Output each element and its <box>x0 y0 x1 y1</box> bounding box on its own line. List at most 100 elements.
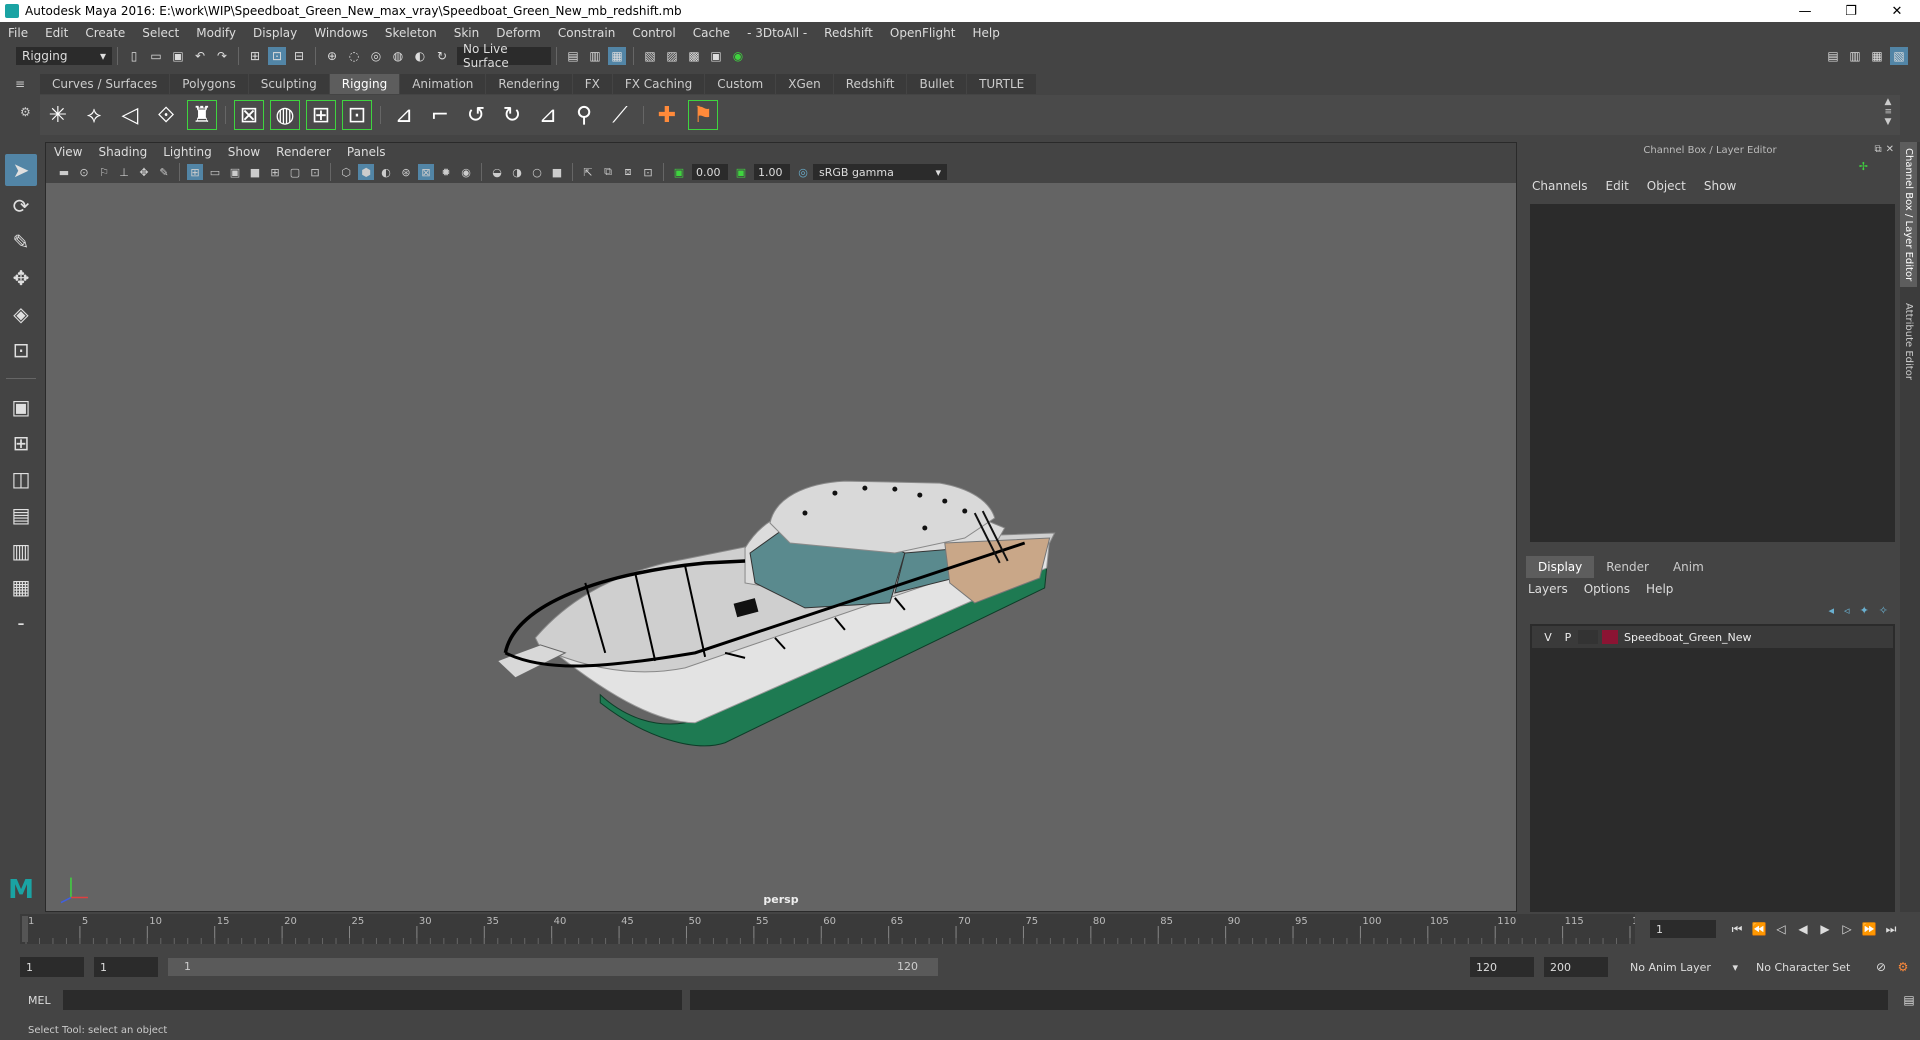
shadows-icon[interactable]: ✹ <box>438 164 454 180</box>
menu-file[interactable]: File <box>8 26 28 40</box>
anim-layer-dropdown[interactable]: No Anim Layer ▾ <box>1624 957 1744 977</box>
depth-of-field-icon[interactable]: ○ <box>529 164 545 180</box>
outliner-layout-icon[interactable]: ▤ <box>5 499 37 531</box>
menu-windows[interactable]: Windows <box>314 26 368 40</box>
image-plane-icon[interactable]: ⊥ <box>116 164 132 180</box>
snap-curve-icon[interactable]: ◌ <box>345 47 363 65</box>
point-constraint-icon[interactable]: ⌐ <box>425 100 455 130</box>
input-output-icon[interactable]: ▤ <box>564 47 582 65</box>
camera-icon[interactable]: ▬ <box>56 164 72 180</box>
snap-point-icon[interactable]: ◎ <box>367 47 385 65</box>
tab-fx[interactable]: FX <box>572 74 612 94</box>
motion-blur-icon[interactable]: ◒ <box>489 164 505 180</box>
grid-icon[interactable]: ⊞ <box>187 164 203 180</box>
viewport-menu-lighting[interactable]: Lighting <box>163 145 212 159</box>
playback-start-field[interactable]: 1 <box>94 957 158 977</box>
range-slider[interactable]: 1 120 <box>168 958 938 976</box>
history-icon[interactable]: ↻ <box>433 47 451 65</box>
menu-select[interactable]: Select <box>142 26 179 40</box>
shelf-options-icon[interactable]: ⚙ <box>20 105 31 119</box>
menu-cache[interactable]: Cache <box>693 26 730 40</box>
step-forward-frame-icon[interactable]: ▷ <box>1836 920 1858 938</box>
symmetry-icon[interactable]: ▦ <box>608 47 626 65</box>
viewport-menu-renderer[interactable]: Renderer <box>276 145 331 159</box>
menu-edit[interactable]: Edit <box>45 26 68 40</box>
color-space-dropdown[interactable]: sRGB gamma ▾ <box>813 164 947 180</box>
gamma-field[interactable]: 1.00 <box>754 164 790 180</box>
isolate-select-icon[interactable]: ■ <box>549 164 565 180</box>
construction-icon[interactable]: ▥ <box>586 47 604 65</box>
tab-xgen[interactable]: XGen <box>776 74 833 94</box>
paint-weights-icon[interactable]: ⚑ <box>688 100 718 130</box>
menu-create[interactable]: Create <box>85 26 125 40</box>
safe-action-icon[interactable]: ▢ <box>287 164 303 180</box>
viewport-menu-show[interactable]: Show <box>228 145 260 159</box>
viewport-menu-shading[interactable]: Shading <box>98 145 147 159</box>
graph-layout-icon[interactable]: ▥ <box>5 535 37 567</box>
cb-menu-show[interactable]: Show <box>1704 179 1736 193</box>
xray-components-icon[interactable]: ⧈ <box>620 164 636 180</box>
character-set-dropdown[interactable]: No Character Set <box>1750 957 1870 977</box>
script-editor-icon[interactable]: ▤ <box>1898 991 1920 1009</box>
viewport-panel[interactable]: View Shading Lighting Show Renderer Pane… <box>45 142 1517 912</box>
wrap-icon[interactable]: ⊡ <box>342 100 372 130</box>
menu-display[interactable]: Display <box>253 26 297 40</box>
step-back-frame-icon[interactable]: ◁ <box>1770 920 1792 938</box>
mel-label[interactable]: MEL <box>28 994 51 1007</box>
gamma-icon[interactable]: ▣ <box>733 164 749 180</box>
menu-skin[interactable]: Skin <box>454 26 480 40</box>
animation-preferences-icon[interactable]: ⚙ <box>1892 958 1914 976</box>
render-view-icon[interactable]: ▧ <box>641 47 659 65</box>
cb-menu-channels[interactable]: Channels <box>1532 179 1588 193</box>
layer-visibility-toggle[interactable]: V <box>1538 631 1558 644</box>
2d-pan-zoom-icon[interactable]: ✥ <box>136 164 152 180</box>
menu-control[interactable]: Control <box>632 26 675 40</box>
restore-button[interactable]: ❐ <box>1828 0 1874 22</box>
render-settings-icon[interactable]: ▣ <box>707 47 725 65</box>
select-object-icon[interactable]: ⊡ <box>268 47 286 65</box>
le-menu-help[interactable]: Help <box>1646 582 1673 596</box>
render-current-icon[interactable]: ▨ <box>663 47 681 65</box>
two-pane-layout-icon[interactable]: ◫ <box>5 463 37 495</box>
exposure-field[interactable]: 0.00 <box>692 164 728 180</box>
scale-tool-icon[interactable]: ⊡ <box>5 334 37 366</box>
scale-constraint-icon[interactable]: ⊿ <box>533 100 563 130</box>
new-layer-selected-icon[interactable]: ✧ <box>1879 604 1888 617</box>
menu-modify[interactable]: Modify <box>196 26 236 40</box>
shelf-scroll-menu-icon[interactable]: ≡ <box>1884 107 1892 117</box>
rotate-tool-icon[interactable]: ◈ <box>5 298 37 330</box>
tab-sculpting[interactable]: Sculpting <box>248 74 329 94</box>
color-management-icon[interactable]: ◎ <box>795 164 811 180</box>
viewport-menu-view[interactable]: View <box>54 145 82 159</box>
multisample-icon[interactable]: ◑ <box>509 164 525 180</box>
aim-constraint-icon[interactable]: ↺ <box>461 100 491 130</box>
animation-start-field[interactable]: 1 <box>20 957 84 977</box>
cluster-icon[interactable]: ◍ <box>270 100 300 130</box>
move-layer-down-icon[interactable]: ◃ <box>1844 604 1850 617</box>
ik-handle-icon[interactable]: ◁ <box>115 100 145 130</box>
layer-playback-toggle[interactable]: P <box>1558 631 1578 644</box>
save-scene-icon[interactable]: ▣ <box>169 47 187 65</box>
tab-custom[interactable]: Custom <box>705 74 776 94</box>
layer-row[interactable]: V P Speedboat_Green_New <box>1532 626 1893 648</box>
tab-polygons[interactable]: Polygons <box>170 74 248 94</box>
tab-render[interactable]: Render <box>1594 556 1661 578</box>
step-forward-key-icon[interactable]: ⏩ <box>1858 920 1880 938</box>
redo-icon[interactable]: ↷ <box>213 47 231 65</box>
parent-constraint-icon[interactable]: ⚲ <box>569 100 599 130</box>
textured-icon[interactable]: ⊛ <box>398 164 414 180</box>
xray-icon[interactable]: ⇱ <box>580 164 596 180</box>
menu-constrain[interactable]: Constrain <box>558 26 616 40</box>
create-joints-icon[interactable]: ✳ <box>43 100 73 130</box>
ambient-occlusion-icon[interactable]: ◉ <box>458 164 474 180</box>
move-tool-icon[interactable]: ✥ <box>5 262 37 294</box>
viewport-canvas[interactable] <box>46 183 1516 913</box>
close-button[interactable]: ✕ <box>1874 0 1920 22</box>
tab-bullet[interactable]: Bullet <box>907 74 967 94</box>
playback-end-field[interactable]: 120 <box>1470 957 1534 977</box>
layout-dash-icon[interactable]: - <box>5 607 37 639</box>
smooth-shade-icon[interactable]: ⬢ <box>358 164 374 180</box>
shelf-menu-icon[interactable]: ≡ <box>0 74 40 94</box>
current-frame-field[interactable]: 1 <box>1650 920 1716 938</box>
layer-color-swatch[interactable] <box>1602 630 1618 644</box>
